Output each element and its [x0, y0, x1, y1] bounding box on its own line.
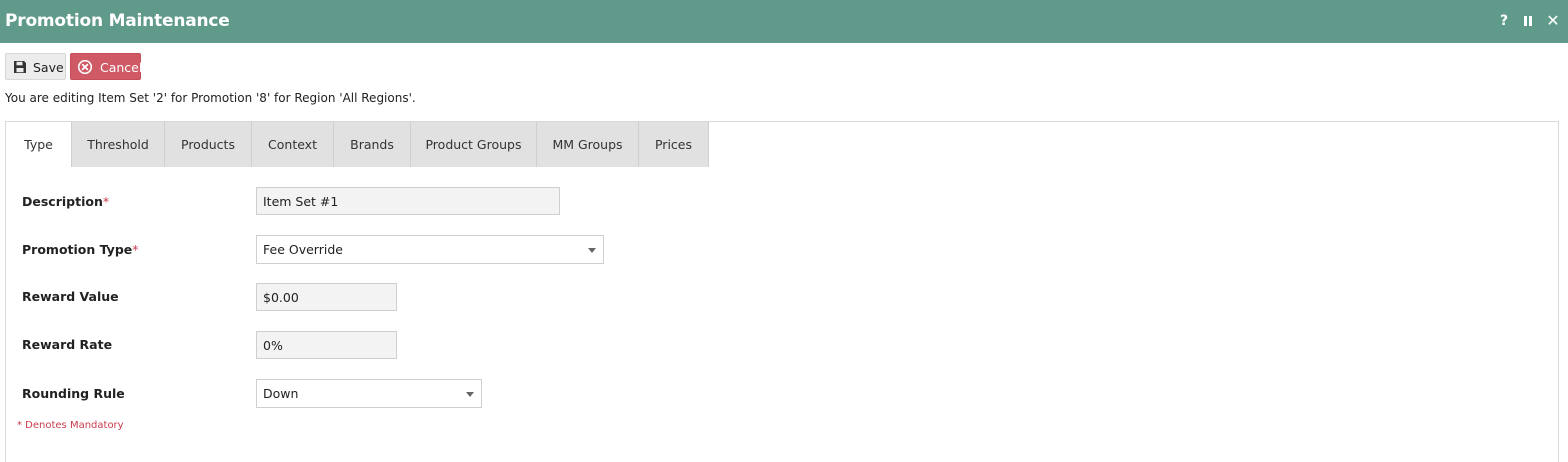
title-bar: Promotion Maintenance ? ✕: [0, 0, 1568, 43]
save-label: Save: [33, 60, 64, 75]
close-button[interactable]: ✕: [1546, 12, 1560, 30]
tab-brands[interactable]: Brands: [334, 122, 411, 167]
tab-product-groups[interactable]: Product Groups: [411, 122, 537, 167]
floppy-disk-icon: [14, 61, 26, 73]
promotion-type-label-text: Promotion Type: [22, 242, 133, 257]
promotion-type-label: Promotion Type*: [22, 242, 139, 257]
cancel-circle-icon: [78, 60, 92, 74]
pause-button[interactable]: [1521, 12, 1535, 30]
chevron-down-icon: [588, 248, 596, 253]
reward-value-input[interactable]: $0.00: [256, 283, 397, 311]
tab-mm-groups[interactable]: MM Groups: [537, 122, 639, 167]
tab-context[interactable]: Context: [252, 122, 334, 167]
reward-rate-label: Reward Rate: [22, 337, 113, 352]
required-mark: *: [102, 194, 110, 209]
window-title: Promotion Maintenance: [5, 11, 230, 31]
cancel-button[interactable]: Cancel: [70, 53, 143, 80]
tab-products[interactable]: Products: [165, 122, 252, 167]
reward-value-label: Reward Value: [22, 289, 119, 304]
chevron-down-icon: [466, 392, 474, 397]
description-input[interactable]: Item Set #1: [256, 187, 560, 215]
pause-icon: [1524, 16, 1527, 26]
rounding-rule-select[interactable]: Down: [256, 379, 482, 408]
cancel-label: Cancel: [100, 60, 143, 75]
mandatory-note: * Denotes Mandatory: [17, 420, 124, 431]
promotion-type-select[interactable]: Fee Override: [256, 235, 604, 264]
reward-rate-input[interactable]: 0%: [256, 331, 397, 359]
tab-threshold[interactable]: Threshold: [72, 122, 165, 167]
rounding-rule-value: Down: [263, 386, 299, 401]
save-button[interactable]: Save: [5, 53, 66, 80]
tab-type[interactable]: Type: [6, 122, 72, 167]
pause-icon-bar: [1529, 16, 1532, 26]
rounding-rule-label: Rounding Rule: [22, 386, 125, 401]
tab-strip: Type Threshold Products Context Brands P…: [6, 122, 709, 167]
tab-prices[interactable]: Prices: [639, 122, 709, 167]
tab-panel: Type Threshold Products Context Brands P…: [5, 121, 1559, 462]
editing-info-text: You are editing Item Set '2' for Promoti…: [5, 91, 416, 105]
required-mark: *: [132, 242, 139, 257]
description-label: Description*: [22, 194, 109, 209]
promotion-type-value: Fee Override: [263, 242, 343, 257]
description-label-text: Description: [22, 194, 103, 209]
help-button[interactable]: ?: [1497, 12, 1511, 30]
